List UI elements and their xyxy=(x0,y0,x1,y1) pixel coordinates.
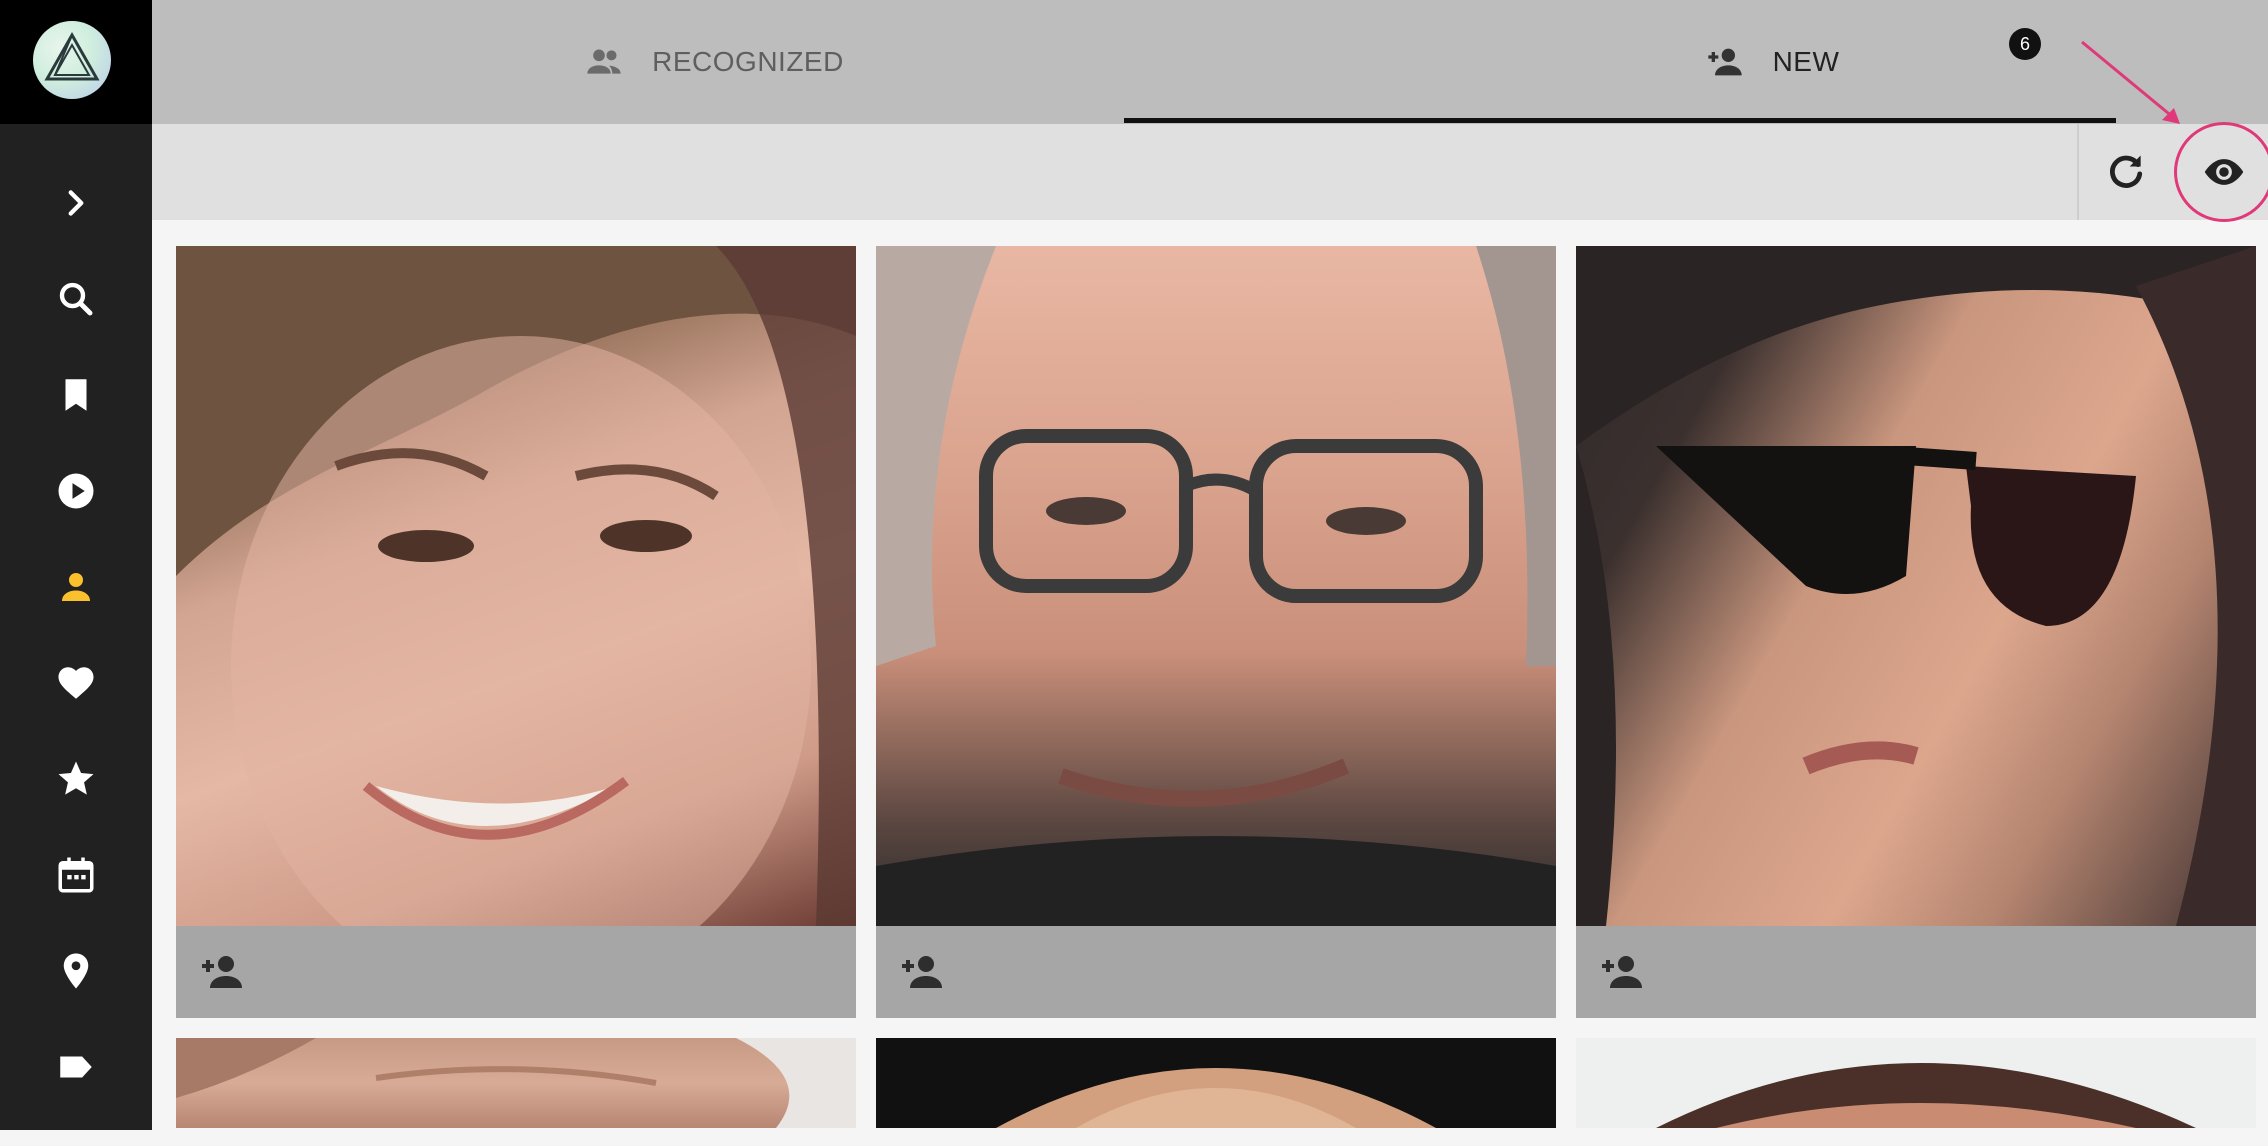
face-thumbnail[interactable] xyxy=(1576,1038,2256,1128)
tab-recognized[interactable]: RECOGNIZED xyxy=(152,0,1276,124)
person-add-icon xyxy=(1707,48,1742,76)
search-icon xyxy=(59,282,93,316)
sidebar xyxy=(0,0,152,1130)
face-card-footer xyxy=(1576,926,2256,1018)
annotation-arrow-icon xyxy=(2081,40,2180,124)
face-thumbnail[interactable] xyxy=(176,246,856,926)
chevron-right-icon xyxy=(68,190,84,216)
map-pin-icon xyxy=(63,953,89,989)
face-photo-1 xyxy=(176,246,856,926)
sidebar-item-bookmarks[interactable] xyxy=(0,360,152,430)
app-logo[interactable] xyxy=(33,21,111,99)
face-photo-3 xyxy=(1576,246,2256,926)
sidebar-item-places[interactable] xyxy=(0,936,152,1006)
person-icon xyxy=(62,573,90,601)
faces-grid xyxy=(176,246,2256,1146)
face-card xyxy=(176,1038,856,1128)
new-count-badge: 6 xyxy=(2009,28,2041,60)
annotation-highlight-ring xyxy=(2174,122,2268,222)
person-add-icon[interactable] xyxy=(198,948,246,996)
face-thumbnail[interactable] xyxy=(176,1038,856,1128)
tab-recognized-label: RECOGNIZED xyxy=(652,46,844,77)
bookmark-icon xyxy=(65,379,87,411)
face-photo-2 xyxy=(876,246,1556,926)
label-icon xyxy=(60,1056,92,1078)
star-icon xyxy=(58,761,94,795)
people-group-icon xyxy=(587,49,621,74)
toolbar xyxy=(152,124,2268,220)
play-circle-icon xyxy=(58,473,94,509)
face-thumbnail[interactable] xyxy=(876,246,1556,926)
logo-box[interactable] xyxy=(0,0,152,124)
sidebar-expand-button[interactable] xyxy=(0,168,152,238)
people-tabs: RECOGNIZED NEW 6 xyxy=(152,0,2268,124)
sidebar-item-videos[interactable] xyxy=(0,456,152,526)
active-tab-indicator xyxy=(1124,118,2116,123)
face-thumbnail[interactable] xyxy=(876,1038,1556,1128)
tab-new-label: NEW xyxy=(1772,46,1840,77)
face-card-footer xyxy=(876,926,1556,1018)
calendar-icon xyxy=(58,857,94,893)
person-add-icon[interactable] xyxy=(1598,948,1646,996)
face-photo-4 xyxy=(176,1038,856,1128)
heart-icon xyxy=(58,667,94,699)
face-photo-5 xyxy=(996,1068,1436,1128)
face-thumbnail[interactable] xyxy=(1576,246,2256,926)
person-add-icon[interactable] xyxy=(898,948,946,996)
face-card xyxy=(876,246,1556,1018)
sidebar-item-people[interactable] xyxy=(0,552,152,622)
face-card xyxy=(1576,246,2256,1018)
sidebar-item-labels[interactable] xyxy=(0,1032,152,1102)
face-card xyxy=(876,1038,1556,1128)
sidebar-item-starred[interactable] xyxy=(0,744,152,814)
refresh-icon xyxy=(2110,155,2143,188)
refresh-button[interactable] xyxy=(2078,124,2174,220)
sidebar-item-favorites[interactable] xyxy=(0,648,152,718)
face-card xyxy=(176,246,856,1018)
face-photo-6 xyxy=(1656,1063,2196,1128)
sidebar-item-calendar[interactable] xyxy=(0,840,152,910)
sidebar-item-search[interactable] xyxy=(0,264,152,334)
triangle-logo-icon xyxy=(44,31,100,81)
face-card-footer xyxy=(176,926,856,1018)
face-card xyxy=(1576,1038,2256,1128)
